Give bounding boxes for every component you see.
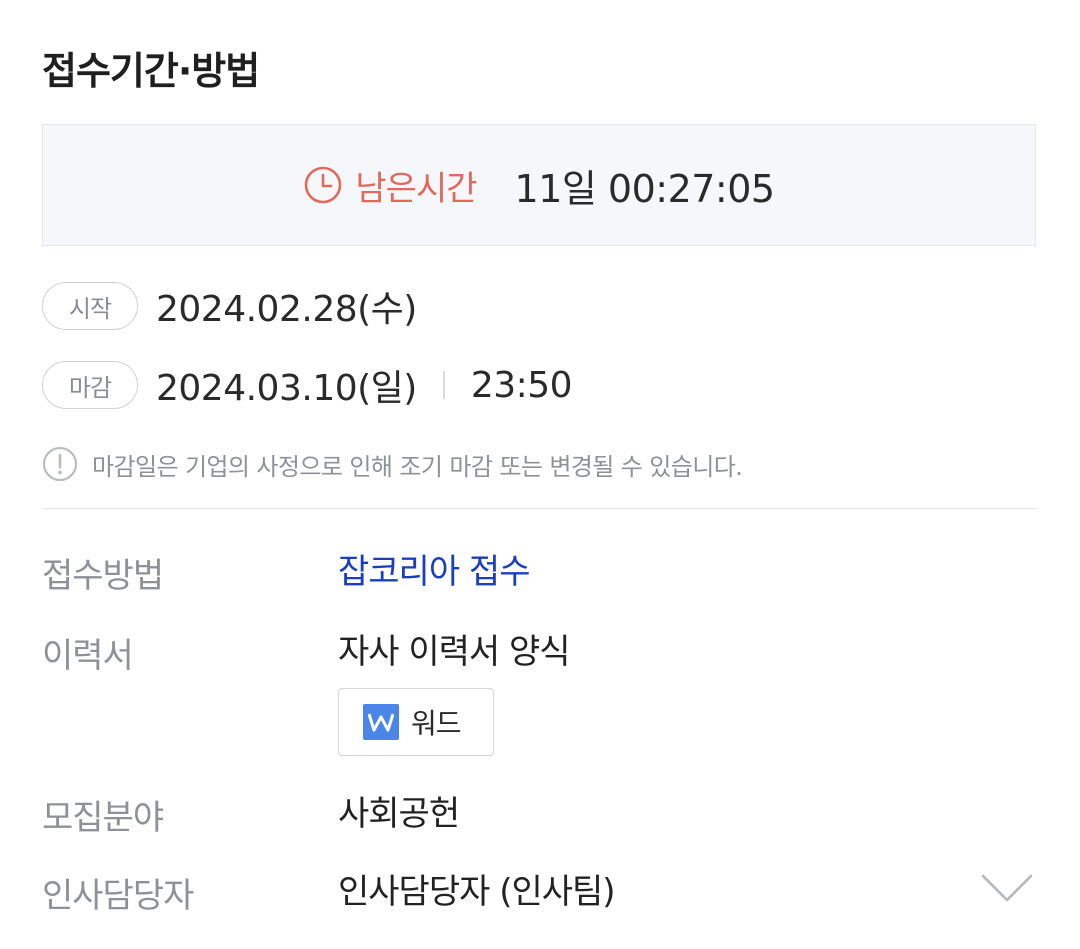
resume-value: 자사 이력서 양식 [338,632,571,672]
word-download-label: 워드 [411,707,462,740]
date-time-separator [442,371,445,399]
resume-label: 이력서 [42,636,134,676]
start-date-row: 시작 2024.02.28(수) [42,280,417,332]
end-date: 2024.03.10(일) [156,368,417,409]
countdown-panel: 남은시간 11일 00:27:05 [42,124,1036,246]
countdown-label: 남은시간 [355,168,477,209]
clock-icon [303,165,343,205]
field-value: 사회공헌 [338,794,460,834]
contact-value: 인사담당자 (인사팀) [338,872,616,912]
deadline-notice: 마감일은 기업의 사정으로 인해 조기 마감 또는 변경될 수 있습니다. [42,446,743,482]
end-date-row: 마감 2024.03.10(일) 23:50 [42,359,573,411]
method-link[interactable]: 잡코리아 접수 [338,544,530,593]
word-doc-icon [363,704,399,740]
exclamation-circle-icon [42,446,78,482]
start-date: 2024.02.28(수) [156,289,417,330]
notice-text: 마감일은 기업의 사정으로 인해 조기 마감 또는 변경될 수 있습니다. [92,452,743,481]
divider [42,508,1036,509]
word-download-button[interactable]: 워드 [338,688,494,756]
section-title: 접수기간·방법 [42,49,260,93]
end-badge: 마감 [42,361,138,409]
start-badge: 시작 [42,282,138,330]
countdown-value: 11일 00:27:05 [514,166,776,211]
chevron-down-icon[interactable] [980,872,1034,904]
method-label: 접수방법 [42,556,164,596]
contact-label: 인사담당자 [42,876,194,916]
end-time: 23:50 [470,364,573,406]
field-label: 모집분야 [42,798,164,838]
